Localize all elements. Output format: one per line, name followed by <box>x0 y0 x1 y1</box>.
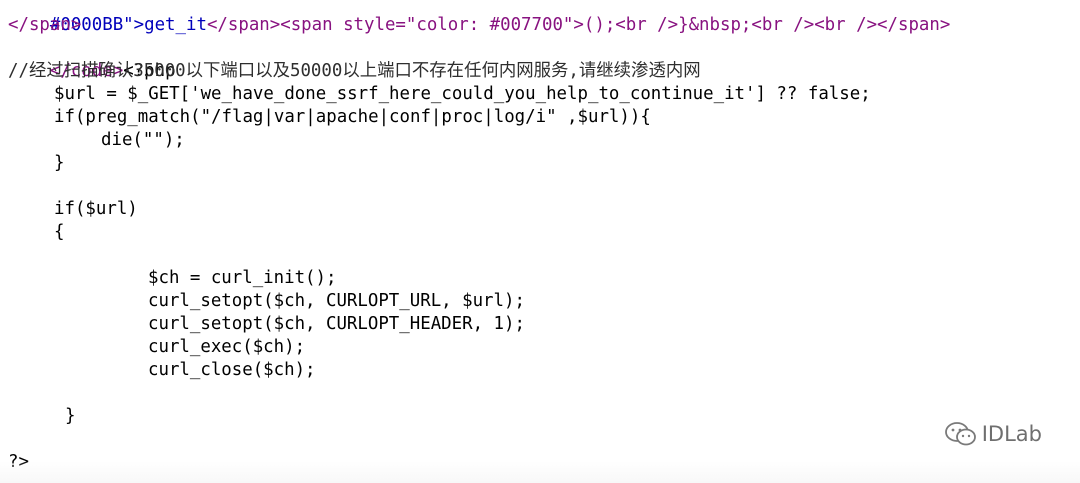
html-tags: </span><span style="color: #007700">();<… <box>206 15 951 35</box>
code-line-curl-setopt-header: curl_setopt($ch, CURLOPT_HEADER, 1); <box>148 314 525 334</box>
code-line-curl-init: $ch = curl_init(); <box>148 268 337 288</box>
code-line-url: $url = $_GET['we_have_done_ssrf_here_cou… <box>54 84 871 104</box>
code-line-curl-setopt-url: curl_setopt($ch, CURLOPT_URL, $url); <box>148 291 525 311</box>
code-view: #0000BB">get_it</span><span style="color… <box>8 0 950 474</box>
code-line-final-brace: } <box>65 406 76 426</box>
watermark-text: IDLab <box>981 422 1042 446</box>
bottom-fade <box>0 461 1080 483</box>
code-line-close-brace: } <box>54 153 65 173</box>
code-line-2: </code><?php <box>8 37 950 81</box>
code-line-curl-exec: curl_exec($ch); <box>148 337 306 357</box>
code-line-open-brace: { <box>54 222 65 242</box>
code-line-preg-match: if(preg_match("/flag|var|apache|conf|pro… <box>54 107 651 127</box>
code-comment: //经过扫描确认35000以下端口以及50000以上端口不存在任何内网服务,请继… <box>8 61 701 81</box>
code-line-0: #0000BB">get_it</span><span style="color… <box>8 0 950 35</box>
code-line-curl-close: curl_close($ch); <box>148 360 316 380</box>
code-line-if-url: if($url) <box>54 199 138 219</box>
watermark: IDLab <box>944 421 1042 447</box>
code-line-die: die(""); <box>101 130 185 150</box>
wechat-icon <box>944 421 978 447</box>
